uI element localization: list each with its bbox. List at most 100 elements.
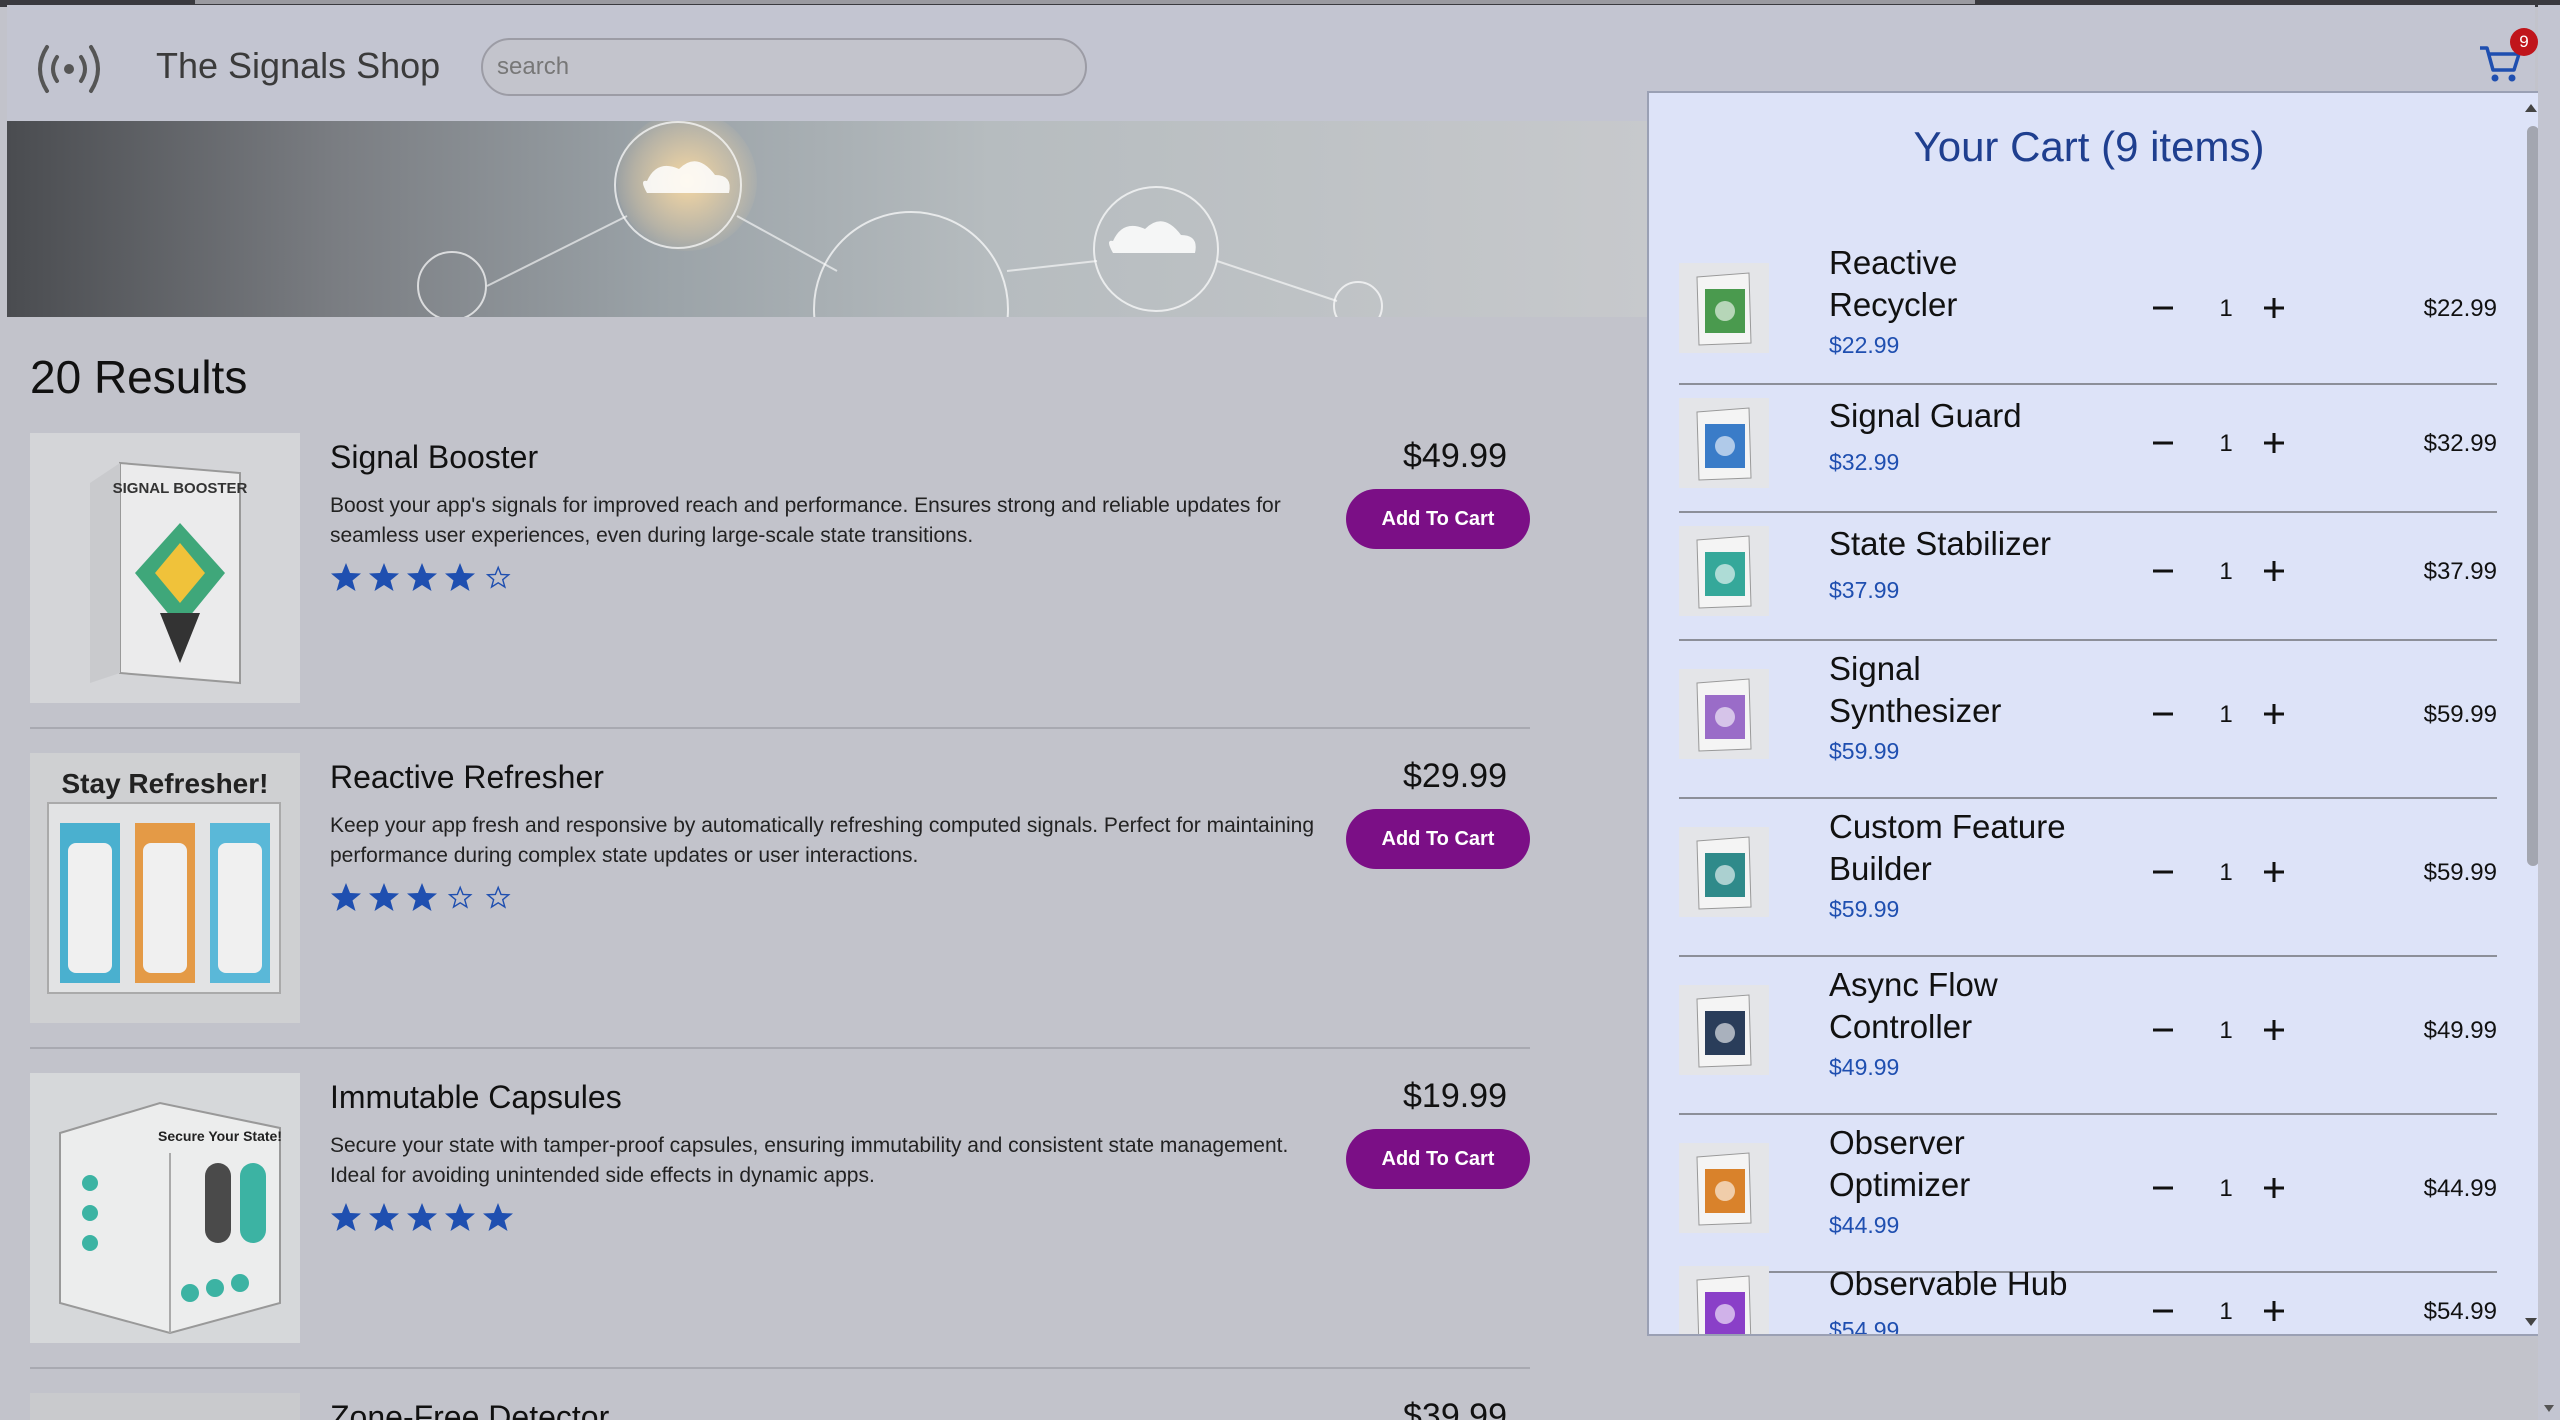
cart-item-name[interactable]: Signal Synthesizer bbox=[1829, 648, 2089, 732]
cart-item-price: $54.99 bbox=[1829, 1317, 1900, 1336]
cart-item: Async Flow Controller $49.99 1 $49.99 bbox=[1679, 957, 2497, 1115]
add-to-cart-button[interactable]: Add To Cart bbox=[1346, 489, 1530, 549]
quantity-increase-icon[interactable] bbox=[2257, 855, 2291, 889]
star-filled-icon bbox=[331, 563, 361, 591]
product-image[interactable]: SIGNAL BOOSTER bbox=[30, 433, 300, 703]
product-image[interactable]: Secure Your State! bbox=[30, 1073, 300, 1343]
quantity-increase-icon[interactable] bbox=[2257, 697, 2291, 731]
cart-item-line-total: $49.99 bbox=[2423, 1017, 2497, 1044]
cart-item-line-total: $22.99 bbox=[2423, 295, 2497, 322]
product-name[interactable]: Reactive Refresher bbox=[330, 759, 604, 796]
quantity-decrease-icon[interactable] bbox=[2146, 697, 2180, 731]
cart-item-name[interactable]: Observer Optimizer bbox=[1829, 1122, 2089, 1206]
results-count-heading: 20 Results bbox=[30, 351, 248, 403]
shop-title[interactable]: The Signals Shop bbox=[156, 45, 440, 87]
cart-item-thumbnail[interactable] bbox=[1679, 669, 1769, 759]
cart-count-badge: 9 bbox=[2510, 28, 2538, 56]
cart-item-line-total: $37.99 bbox=[2423, 558, 2497, 585]
product-image[interactable] bbox=[30, 1393, 300, 1420]
cart-item: Signal Synthesizer $59.99 1 $59.99 bbox=[1679, 641, 2497, 799]
cart-item-name[interactable]: State Stabilizer bbox=[1829, 523, 2089, 565]
quantity-decrease-icon[interactable] bbox=[2146, 1013, 2180, 1047]
cart-item-thumbnail[interactable] bbox=[1679, 1266, 1769, 1334]
product-image-label: Secure Your State! bbox=[158, 1128, 282, 1144]
quantity-increase-icon[interactable] bbox=[2257, 1294, 2291, 1328]
cart-item-line-total: $59.99 bbox=[2423, 859, 2497, 886]
cart-item-quantity: 1 bbox=[2219, 558, 2233, 585]
product-price: $39.99 bbox=[1403, 1397, 1507, 1420]
quantity-increase-icon[interactable] bbox=[2257, 554, 2291, 588]
quantity-increase-icon[interactable] bbox=[2257, 426, 2291, 460]
quantity-decrease-icon[interactable] bbox=[2146, 855, 2180, 889]
star-filled-icon bbox=[445, 1203, 475, 1231]
cart-item-name[interactable]: Async Flow Controller bbox=[1829, 964, 2089, 1048]
product-card: Stay Refresher! Reactive Refresher Keep … bbox=[30, 753, 1530, 1049]
cart-item-quantity: 1 bbox=[2219, 859, 2233, 886]
cart-item-thumbnail[interactable] bbox=[1679, 526, 1769, 616]
product-card: SIGNAL BOOSTER Signal Booster Boost your… bbox=[30, 433, 1530, 729]
product-image-label: SIGNAL BOOSTER bbox=[113, 480, 248, 497]
cart-panel: Your Cart (9 items) Reactive Recycler $2… bbox=[1647, 91, 2547, 1336]
quantity-decrease-icon[interactable] bbox=[2146, 426, 2180, 460]
cart-item: Signal Guard $32.99 1 $32.99 bbox=[1679, 385, 2497, 513]
star-filled-icon bbox=[331, 1203, 361, 1231]
quantity-increase-icon[interactable] bbox=[2257, 291, 2291, 325]
product-rating bbox=[330, 881, 514, 913]
cart-item-thumbnail[interactable] bbox=[1679, 263, 1769, 353]
cart-item: Reactive Recycler $22.99 1 $22.99 bbox=[1679, 243, 2497, 385]
add-to-cart-button[interactable]: Add To Cart bbox=[1346, 1129, 1530, 1189]
cart-item-line-total: $44.99 bbox=[2423, 1175, 2497, 1202]
product-card: Secure Your State! Immutable Capsules Se… bbox=[30, 1073, 1530, 1369]
cart-item-quantity: 1 bbox=[2219, 1298, 2233, 1325]
cart-item-name[interactable]: Reactive Recycler bbox=[1829, 242, 2089, 326]
quantity-decrease-icon[interactable] bbox=[2146, 1294, 2180, 1328]
cart-item-name[interactable]: Signal Guard bbox=[1829, 395, 2089, 437]
cart-item-line-total: $59.99 bbox=[2423, 701, 2497, 728]
cart-item-thumbnail[interactable] bbox=[1679, 827, 1769, 917]
product-description: Boost your app's signals for improved re… bbox=[330, 494, 1281, 547]
cart-item-price: $32.99 bbox=[1829, 449, 1900, 475]
banner-network-lines bbox=[486, 161, 1338, 302]
star-filled-icon bbox=[407, 883, 437, 911]
page-scrollbar[interactable] bbox=[2538, 5, 2560, 1420]
cart-item-quantity: 1 bbox=[2219, 1017, 2233, 1044]
cart-item-name[interactable]: Observable Hub bbox=[1829, 1263, 2089, 1305]
browser-top-strip-highlight bbox=[195, 0, 1975, 4]
product-description: Secure your state with tamper-proof caps… bbox=[330, 1134, 1289, 1187]
quantity-decrease-icon[interactable] bbox=[2146, 1171, 2180, 1205]
cart-item-price: $59.99 bbox=[1829, 738, 1900, 764]
page-scroll-down-arrow-icon bbox=[2544, 1405, 2554, 1412]
quantity-decrease-icon[interactable] bbox=[2146, 554, 2180, 588]
add-to-cart-button[interactable]: Add To Cart bbox=[1346, 809, 1530, 869]
scroll-up-arrow-icon bbox=[2525, 104, 2537, 112]
cart-item-price: $22.99 bbox=[1829, 332, 1900, 358]
search-input[interactable] bbox=[481, 38, 1087, 96]
signal-logo-icon[interactable] bbox=[29, 37, 109, 101]
product-name[interactable]: Immutable Capsules bbox=[330, 1079, 622, 1116]
product-name[interactable]: Signal Booster bbox=[330, 439, 538, 476]
product-price: $49.99 bbox=[1403, 437, 1507, 475]
cart-item-name[interactable]: Custom Feature Builder bbox=[1829, 806, 2089, 890]
star-empty-icon bbox=[485, 885, 511, 909]
cart-item-price: $49.99 bbox=[1829, 1054, 1900, 1080]
star-filled-icon bbox=[445, 563, 475, 591]
cart-title: Your Cart (9 items) bbox=[1913, 123, 2265, 170]
scroll-down-arrow-icon bbox=[2525, 1318, 2537, 1326]
quantity-increase-icon[interactable] bbox=[2257, 1171, 2291, 1205]
quantity-increase-icon[interactable] bbox=[2257, 1013, 2291, 1047]
cart-item-line-total: $32.99 bbox=[2423, 430, 2497, 457]
product-description: Keep your app fresh and responsive by au… bbox=[330, 814, 1315, 867]
cart-item-quantity: 1 bbox=[2219, 701, 2233, 728]
quantity-decrease-icon[interactable] bbox=[2146, 291, 2180, 325]
cart-item-thumbnail[interactable] bbox=[1679, 398, 1769, 488]
cart-item-thumbnail[interactable] bbox=[1679, 1143, 1769, 1233]
cart-item-thumbnail[interactable] bbox=[1679, 985, 1769, 1075]
cart-item: Custom Feature Builder $59.99 1 $59.99 bbox=[1679, 799, 2497, 957]
star-empty-icon bbox=[485, 565, 511, 589]
product-image-label: Stay Refresher! bbox=[62, 768, 269, 799]
product-name[interactable]: Zone-Free Detector bbox=[330, 1399, 609, 1420]
cart-item-quantity: 1 bbox=[2219, 430, 2233, 457]
product-card: Zone-Free Detector $39.99 bbox=[30, 1393, 1530, 1420]
cart-item-price: $37.99 bbox=[1829, 577, 1900, 603]
product-image[interactable]: Stay Refresher! bbox=[30, 753, 300, 1023]
